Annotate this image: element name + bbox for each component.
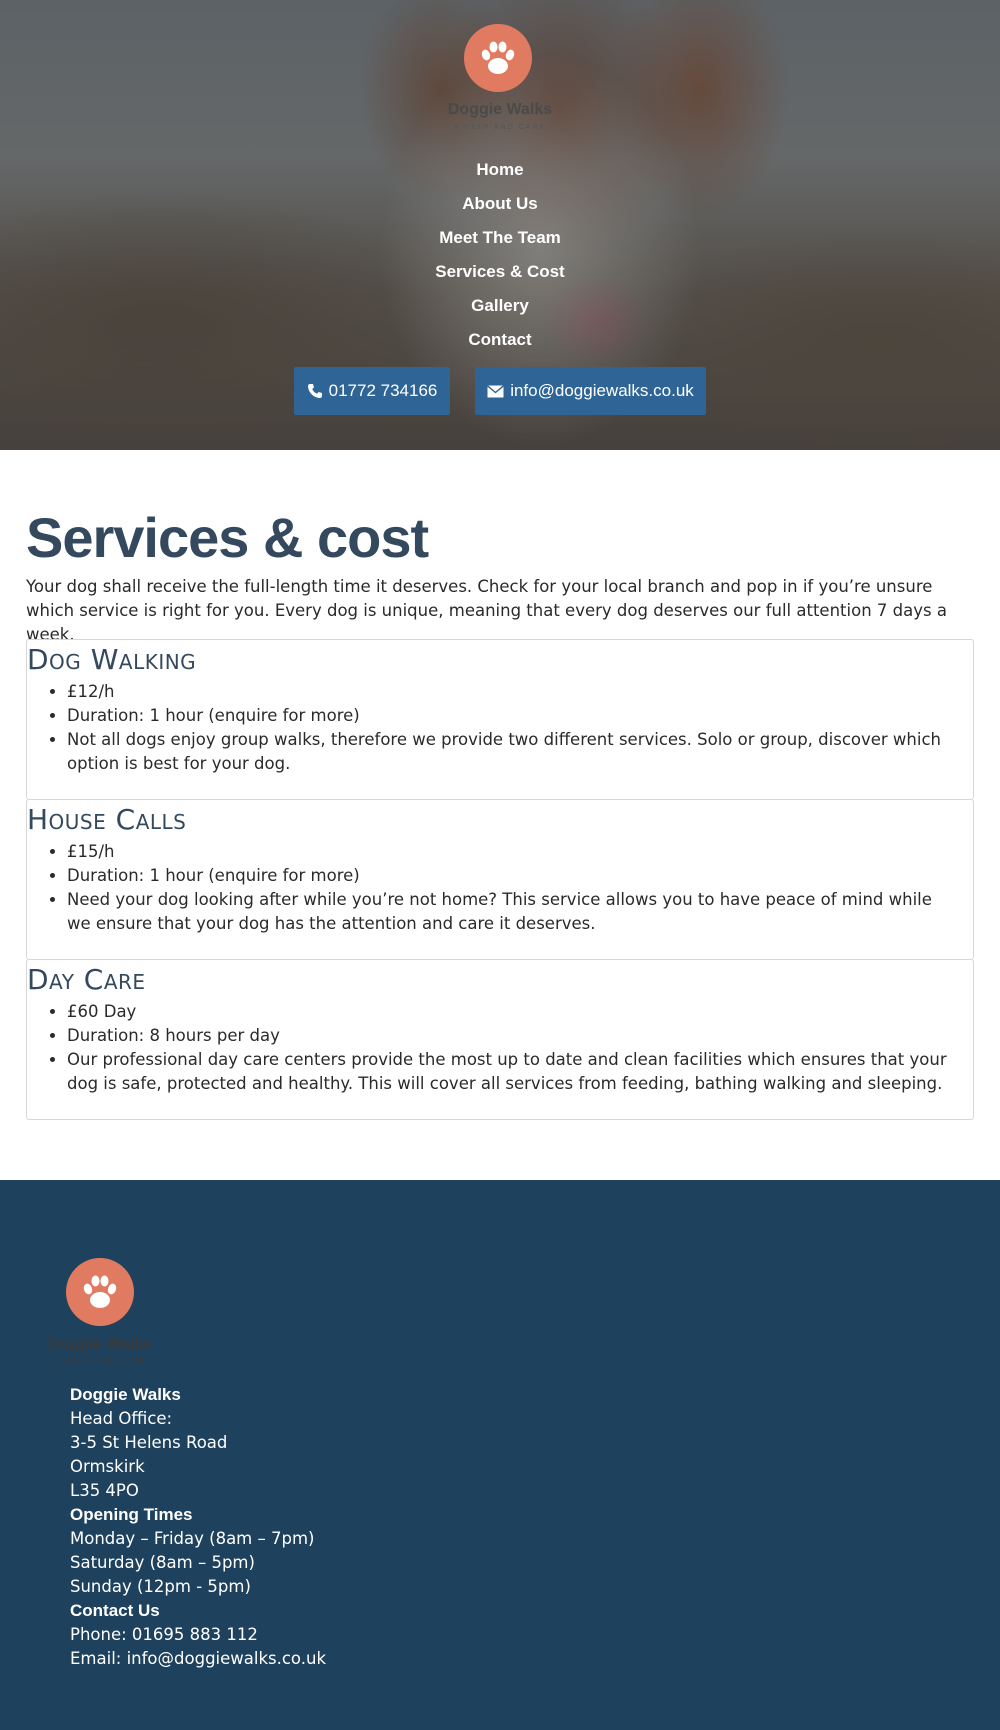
intro-text: Your dog shall receive the full-length t…: [26, 577, 947, 644]
envelope-icon: [487, 384, 505, 397]
footer-logo-name: Doggie Walks: [47, 1336, 153, 1353]
paw-icon: [481, 41, 515, 74]
service-card-day-care: Day Care £60 Day Duration: 8 hours per d…: [26, 959, 974, 1120]
service-price: £12/h: [67, 680, 973, 704]
service-description: Not all dogs enjoy group walks, therefor…: [67, 728, 973, 776]
footer-hours-weekday: Monday – Friday (8am – 7pm): [70, 1529, 315, 1548]
service-duration: Duration: 1 hour (enquire for more): [67, 864, 973, 888]
nav-item-contact[interactable]: Contact: [0, 328, 1000, 362]
phone-button[interactable]: 01772 734166: [294, 367, 450, 415]
footer-postcode: L35 4PO: [70, 1481, 139, 1500]
footer-hours-sunday: Sunday (12pm - 5pm): [70, 1577, 251, 1596]
service-description: Need your dog looking after while you’re…: [67, 888, 973, 936]
paw-icon: [83, 1275, 117, 1308]
nav-item-meet-the-team[interactable]: Meet The Team: [0, 226, 1000, 260]
footer-opening-heading: Opening Times: [70, 1505, 193, 1524]
footer-hours-saturday: Saturday (8am – 5pm): [70, 1553, 255, 1572]
footer-logo[interactable]: [66, 1258, 134, 1326]
logo-tagline: A HELP AND CARE: [453, 124, 547, 131]
service-price: £60 Day: [67, 1000, 973, 1024]
email-button[interactable]: info@doggiewalks.co.uk: [475, 367, 706, 415]
service-description: Our professional day care centers provid…: [67, 1048, 973, 1096]
nav-item-services-cost[interactable]: Services & Cost: [0, 260, 1000, 294]
hero-header: Doggie Walks A HELP AND CARE Home About …: [0, 0, 1000, 450]
footer-info: Doggie Walks Head Office: 3-5 St Helens …: [70, 1383, 326, 1671]
footer-address-line2: Ormskirk: [70, 1457, 145, 1476]
service-title: Day Care: [27, 963, 146, 996]
nav-item-about-us[interactable]: About Us: [0, 192, 1000, 226]
service-details: £60 Day Duration: 8 hours per day Our pr…: [27, 1000, 973, 1096]
footer-logo-tagline: A HELP AND CARE: [53, 1358, 147, 1365]
service-card-house-calls: House Calls £15/h Duration: 1 hour (enqu…: [26, 799, 974, 960]
service-details: £15/h Duration: 1 hour (enquire for more…: [27, 840, 973, 936]
service-duration: Duration: 1 hour (enquire for more): [67, 704, 973, 728]
phone-button-label: 01772 734166: [328, 381, 438, 400]
logo-name: Doggie Walks: [447, 101, 553, 118]
service-title: House Calls: [27, 803, 187, 836]
footer-contact-heading: Contact Us: [70, 1601, 160, 1620]
phone-icon: [307, 384, 322, 398]
main-nav: Home About Us Meet The Team Services & C…: [0, 158, 1000, 362]
nav-item-home[interactable]: Home: [0, 158, 1000, 192]
site-logo[interactable]: [464, 24, 532, 92]
email-button-label: info@doggiewalks.co.uk: [510, 381, 694, 400]
nav-item-gallery[interactable]: Gallery: [0, 294, 1000, 328]
footer-address-line1: 3-5 St Helens Road: [70, 1433, 228, 1452]
footer-phone[interactable]: Phone: 01695 883 112: [70, 1623, 326, 1647]
service-details: £12/h Duration: 1 hour (enquire for more…: [27, 680, 973, 776]
footer-email[interactable]: Email: info@doggiewalks.co.uk: [70, 1647, 326, 1671]
service-price: £15/h: [67, 840, 973, 864]
service-title: Dog Walking: [27, 643, 197, 676]
service-card-dog-walking: Dog Walking £12/h Duration: 1 hour (enqu…: [26, 639, 974, 800]
footer-office-label: Head Office:: [70, 1409, 173, 1428]
page-title: Services & cost: [26, 506, 429, 569]
service-duration: Duration: 8 hours per day: [67, 1024, 973, 1048]
footer-company-name: Doggie Walks: [70, 1385, 181, 1404]
